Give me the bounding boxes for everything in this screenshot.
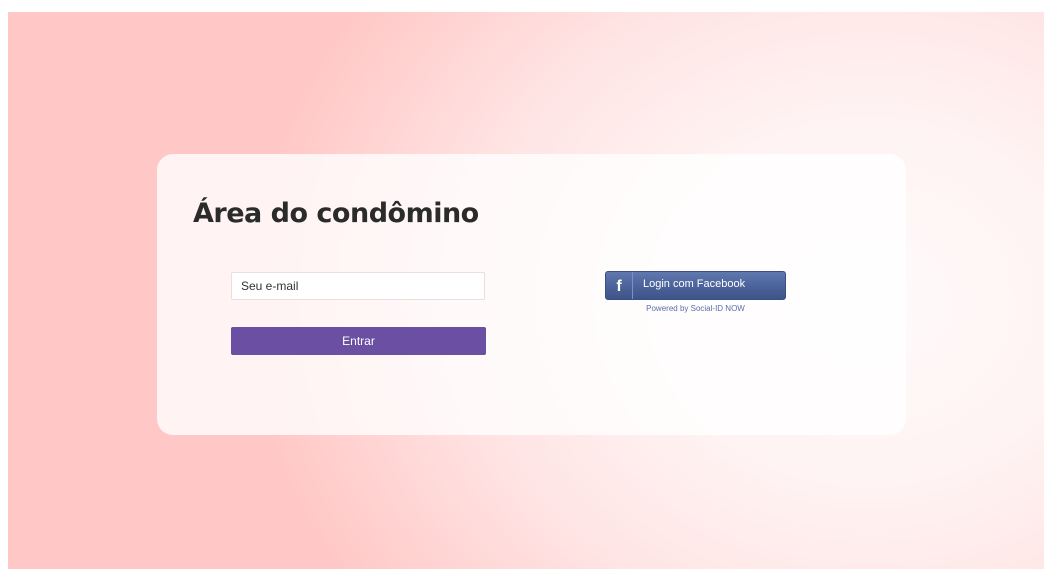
facebook-login-label: Login com Facebook <box>643 278 746 290</box>
powered-by-text: Powered by Social-ID NOW <box>646 304 745 313</box>
page-background: Área do condômino Entrar f Login com Fac… <box>8 12 1044 569</box>
enter-button[interactable]: Entrar <box>231 327 486 355</box>
facebook-login-button[interactable]: f Login com Facebook <box>605 271 786 300</box>
page-title: Área do condômino <box>193 198 479 229</box>
email-field[interactable] <box>231 272 485 300</box>
facebook-icon-glyph: f <box>616 278 622 295</box>
login-card: Área do condômino Entrar f Login com Fac… <box>157 154 906 435</box>
facebook-icon: f <box>606 272 633 299</box>
